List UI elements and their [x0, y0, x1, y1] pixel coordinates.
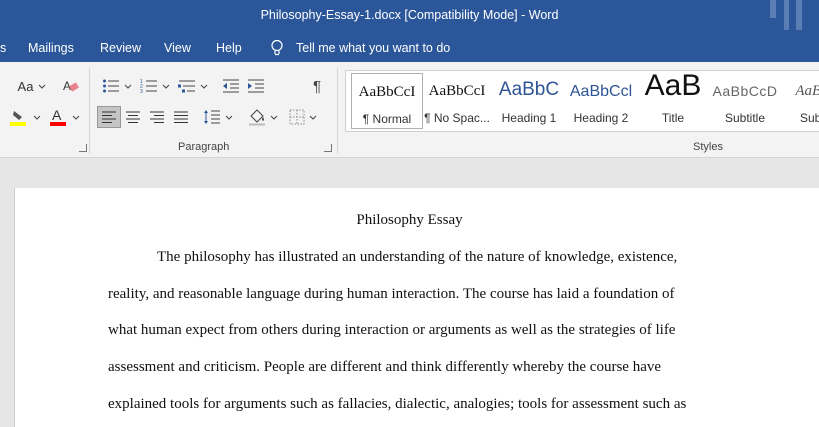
tab-help[interactable]: Help — [216, 41, 242, 55]
align-center-button[interactable] — [122, 106, 144, 128]
paint-bucket-icon — [249, 109, 265, 126]
style-name: Title — [661, 111, 685, 125]
change-case-label: Aa — [17, 78, 34, 94]
chevron-down-icon — [124, 84, 132, 89]
chevron-down-icon — [33, 115, 40, 120]
decrease-indent-icon — [223, 79, 239, 93]
group-separator — [89, 68, 90, 154]
bullets-button[interactable] — [100, 75, 134, 97]
style-no-spacing[interactable]: AaBbCcI ¶ No Spac... — [422, 73, 492, 127]
ribbon-tab-bar: s Mailings Review View Help Tell me what… — [0, 34, 819, 62]
style-sample: AaB — [644, 69, 702, 102]
paragraph-group-label: Paragraph — [178, 141, 230, 153]
chevron-down-icon — [39, 84, 46, 89]
chevron-down-icon — [200, 84, 208, 89]
multilevel-list-button[interactable] — [176, 75, 210, 97]
style-sample: AaBbCcI — [358, 84, 416, 100]
document-title: Philosophy Essay — [356, 212, 463, 228]
increase-indent-icon — [248, 79, 264, 93]
font-dialog-launcher[interactable] — [79, 144, 87, 152]
paragraph-line: The philosophy has illustrated an unders… — [157, 249, 678, 265]
styles-gallery: AaBbCcI ¶ Normal AaBbCcI ¶ No Spac... Aa… — [345, 69, 819, 132]
tab-references[interactable]: s — [0, 41, 6, 55]
pilcrow-icon: ¶ — [312, 77, 322, 95]
style-sample: AaBbC — [498, 79, 560, 100]
style-normal[interactable]: AaBbCcI ¶ Normal — [351, 73, 423, 129]
borders-button[interactable] — [286, 106, 320, 128]
document-canvas-margin — [0, 158, 819, 188]
svg-text:3: 3 — [140, 89, 143, 94]
font-color-icon: A — [49, 107, 66, 126]
lightbulb-icon — [271, 39, 283, 56]
clear-formatting-icon: A — [63, 79, 79, 93]
bullet-list-icon — [103, 79, 119, 93]
style-subtitle[interactable]: AaBbCcD Subtitle — [710, 73, 780, 127]
style-heading-2[interactable]: AaBbCcl Heading 2 — [566, 73, 636, 127]
style-name: ¶ Normal — [362, 112, 412, 126]
align-left-button[interactable] — [97, 106, 121, 128]
svg-text:A: A — [52, 107, 62, 123]
multilevel-list-icon — [178, 80, 195, 93]
highlight-swatch — [9, 122, 26, 126]
show-formatting-marks-button[interactable]: ¶ — [306, 75, 328, 97]
highlighter-icon — [9, 111, 26, 126]
decorative-bar — [796, 0, 802, 30]
decorative-bar — [770, 0, 776, 18]
line-spacing-icon — [204, 110, 220, 124]
chevron-down-icon — [162, 84, 170, 89]
shading-button[interactable] — [246, 106, 280, 128]
style-sample: AaBbCcI — [428, 83, 486, 99]
tab-review[interactable]: Review — [100, 41, 141, 55]
chevron-down-icon — [309, 115, 317, 120]
style-name: ¶ No Spac... — [424, 111, 490, 125]
align-center-icon — [126, 111, 140, 123]
style-title[interactable]: AaB Title — [638, 69, 708, 127]
style-heading-1[interactable]: AaBbC Heading 1 — [494, 73, 564, 127]
style-name: Heading 1 — [501, 111, 557, 125]
clear-formatting-button[interactable]: A — [60, 75, 82, 97]
borders-icon — [289, 109, 305, 125]
window-title: Philosophy-Essay-1.docx [Compatibility M… — [260, 8, 559, 22]
tab-mailings[interactable]: Mailings — [28, 41, 74, 55]
style-name: Subtle — [799, 111, 819, 125]
style-sample: AaBbC — [795, 83, 819, 99]
increase-indent-button[interactable] — [245, 75, 267, 97]
paragraph-line: reality, and reasonable language during … — [108, 286, 675, 302]
align-right-button[interactable] — [146, 106, 168, 128]
font-color-button[interactable]: A — [46, 106, 82, 128]
style-name: Subtitle — [724, 111, 766, 125]
chevron-down-icon — [270, 115, 278, 120]
font-color-swatch — [49, 122, 66, 126]
chevron-down-icon — [72, 115, 79, 120]
paragraph-line: explained tools for arguments such as fa… — [108, 396, 687, 412]
align-left-icon — [102, 111, 116, 123]
style-name: Heading 2 — [573, 111, 629, 125]
styles-group-label: Styles — [693, 141, 723, 153]
paragraph-line: what human expect from others during int… — [108, 322, 676, 338]
style-sample: AaBbCcD — [712, 83, 778, 99]
justify-icon — [174, 111, 188, 123]
line-spacing-button[interactable] — [200, 106, 236, 128]
style-sample: AaBbCcl — [569, 83, 633, 100]
decrease-indent-button[interactable] — [220, 75, 242, 97]
align-right-icon — [150, 111, 164, 123]
tab-view[interactable]: View — [164, 41, 191, 55]
decorative-bar — [784, 0, 789, 30]
change-case-button[interactable]: Aa — [14, 75, 50, 97]
paragraph-line: assessment and criticism. People are dif… — [108, 359, 662, 375]
style-subtle-emphasis[interactable]: AaBbC Subtle — [782, 73, 819, 127]
chevron-down-icon — [225, 115, 233, 120]
title-bar: Philosophy-Essay-1.docx [Compatibility M… — [0, 0, 819, 34]
text-highlight-button[interactable] — [4, 106, 44, 128]
numbering-button[interactable]: 1 2 3 — [138, 75, 172, 97]
tell-me-placeholder: Tell me what you want to do — [296, 41, 451, 55]
ribbon: Aa A A 1 2 3 ¶ Paragraph AaBbCcI ¶ Norma… — [0, 62, 819, 158]
group-separator — [337, 68, 338, 154]
paragraph-dialog-launcher[interactable] — [324, 144, 332, 152]
justify-button[interactable] — [170, 106, 192, 128]
numbered-list-icon: 1 2 3 — [140, 79, 157, 94]
